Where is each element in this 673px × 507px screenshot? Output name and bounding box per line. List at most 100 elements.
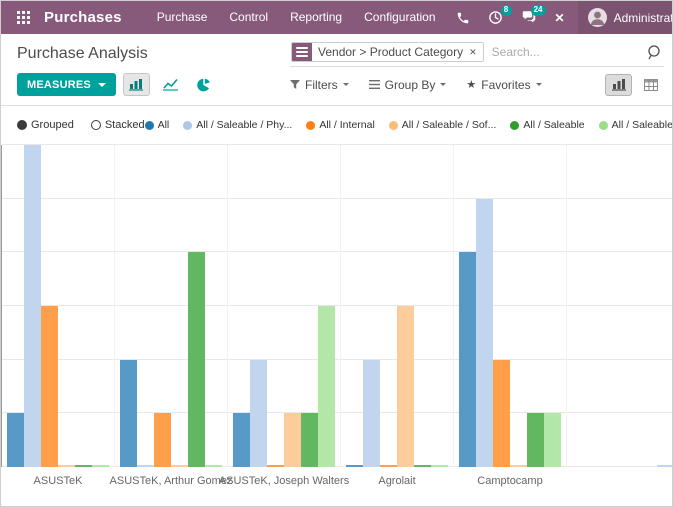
line-chart-type-button[interactable]	[157, 73, 184, 96]
view-switcher	[605, 73, 664, 96]
bar[interactable]	[493, 359, 510, 467]
bar-group-partial	[567, 145, 672, 467]
x-axis-label: ASUSTeK, Arthur Gomez	[109, 475, 233, 487]
user-name: Administrator	[613, 10, 673, 25]
legend-item[interactable]: All	[144, 119, 170, 131]
bar[interactable]	[414, 465, 431, 467]
legend-label: All	[157, 119, 170, 131]
bar[interactable]	[58, 465, 75, 467]
groupby-dropdown[interactable]: Group By	[368, 78, 447, 92]
bar[interactable]	[476, 198, 493, 467]
bar-group: ASUSTeK, Joseph Walters	[219, 145, 349, 487]
search-input[interactable]: Search...	[492, 45, 638, 59]
search-facet[interactable]: Vendor > Product Category ✕	[291, 42, 484, 62]
legend-label: All / Saleable	[523, 119, 585, 131]
chevron-down-icon	[342, 83, 349, 86]
favorites-label: Favorites	[481, 77, 531, 92]
app-name[interactable]: Purchases	[44, 9, 122, 26]
radio-selected-icon	[17, 120, 27, 130]
pivot-view-button[interactable]	[637, 74, 664, 96]
bar[interactable]	[24, 145, 41, 467]
legend-item[interactable]: All / Saleable / Sof...	[388, 119, 497, 131]
bar[interactable]	[657, 465, 672, 467]
bar[interactable]	[250, 359, 267, 467]
bar[interactable]	[233, 413, 250, 467]
bar[interactable]	[205, 465, 222, 467]
apps-menu-icon[interactable]	[17, 11, 30, 24]
activities-icon[interactable]: 8	[479, 1, 512, 34]
bar[interactable]	[431, 465, 448, 467]
bar[interactable]	[41, 306, 58, 467]
close-icon[interactable]: ✕	[546, 1, 574, 34]
bar[interactable]	[318, 306, 335, 467]
legend-label: All / Saleable / Phy...	[196, 119, 293, 131]
measures-label: MEASURES	[27, 78, 91, 91]
measures-button[interactable]: MEASURES	[17, 73, 116, 96]
legend-label: All / Saleable / Sof...	[401, 119, 497, 131]
legend-label: All / Saleable / Ser...	[611, 119, 673, 131]
pie-chart-type-button[interactable]	[191, 73, 218, 96]
legend-dot-icon	[306, 120, 316, 130]
top-menu-item-configuration[interactable]: Configuration	[353, 1, 446, 34]
chart-legend: All All / Saleable / Phy... All / Internal…	[144, 119, 673, 131]
top-menu-item-control[interactable]: Control	[218, 1, 279, 34]
chart-header: Grouped Stacked All All / Saleable / Phy.…	[1, 106, 672, 133]
groupby-icon	[368, 80, 380, 89]
legend-dot-icon	[144, 120, 154, 130]
bar[interactable]	[527, 413, 544, 467]
bar[interactable]	[188, 252, 205, 467]
filters-dropdown[interactable]: Filters	[290, 78, 349, 92]
legend-item[interactable]: All / Saleable	[510, 119, 585, 131]
search-bar[interactable]: Vendor > Product Category ✕ Search...	[290, 41, 664, 67]
user-menu[interactable]: Administrator	[577, 1, 673, 34]
graph-view-button[interactable]	[605, 73, 632, 96]
bar[interactable]	[397, 306, 414, 467]
top-menu-item-purchase[interactable]: Purchase	[146, 1, 219, 34]
bar[interactable]	[92, 465, 109, 467]
bar-group: Agrolait	[341, 145, 454, 487]
bar[interactable]	[380, 465, 397, 467]
filter-icon	[290, 79, 300, 89]
bar[interactable]	[459, 252, 476, 467]
filters-label: Filters	[305, 77, 338, 92]
bar-chart: 0.001.002.003.004.005.006.00 ASUSTeKASUS…	[1, 133, 672, 487]
bar[interactable]	[284, 413, 301, 467]
bar[interactable]	[137, 465, 154, 467]
bar[interactable]	[363, 359, 380, 467]
favorites-dropdown[interactable]: ★ Favorites	[466, 77, 542, 92]
legend-item[interactable]: All / Saleable / Ser...	[598, 119, 673, 131]
bar[interactable]	[544, 413, 561, 467]
search-options: Filters Group By ★ Favorites	[290, 73, 664, 96]
bar[interactable]	[75, 465, 92, 467]
facet-remove-icon[interactable]: ✕	[468, 47, 483, 58]
plot-area: ASUSTeK ASUSTeK, Arthur Gomez ASUSTeK, Jos…	[1, 144, 672, 487]
x-axis-label: Agrolait	[378, 475, 416, 487]
star-icon: ★	[466, 79, 477, 91]
top-menu-item-reporting[interactable]: Reporting	[279, 1, 353, 34]
bar-group: ASUSTeK	[2, 145, 115, 487]
bar[interactable]	[154, 413, 171, 467]
bar[interactable]	[171, 465, 188, 467]
bar[interactable]	[7, 413, 24, 467]
bar[interactable]	[346, 465, 363, 467]
chevron-down-icon	[97, 82, 106, 87]
search-icon[interactable]	[646, 44, 661, 60]
bar[interactable]	[510, 465, 527, 467]
messages-icon[interactable]: 24	[512, 1, 546, 34]
legend-item[interactable]: All / Saleable / Phy...	[183, 119, 292, 131]
x-axis-label: ASUSTeK	[33, 475, 83, 487]
bar[interactable]	[267, 465, 284, 467]
groupby-facet-icon	[292, 43, 312, 61]
legend-label: All / Internal	[319, 119, 375, 131]
bar-chart-type-button[interactable]	[122, 73, 150, 96]
app-window: Purchases Purchase Control Reporting Config…	[0, 0, 673, 507]
grouped-radio[interactable]: Grouped	[17, 119, 74, 131]
phone-icon[interactable]	[447, 1, 479, 34]
stacked-radio[interactable]: Stacked	[90, 119, 145, 131]
legend-item[interactable]: All / Internal	[306, 119, 375, 131]
bar[interactable]	[120, 359, 137, 467]
top-bar: Purchases Purchase Control Reporting Config…	[1, 1, 672, 34]
grouped-label: Grouped	[31, 119, 74, 131]
chevron-down-icon	[535, 83, 542, 86]
bar[interactable]	[301, 413, 318, 467]
